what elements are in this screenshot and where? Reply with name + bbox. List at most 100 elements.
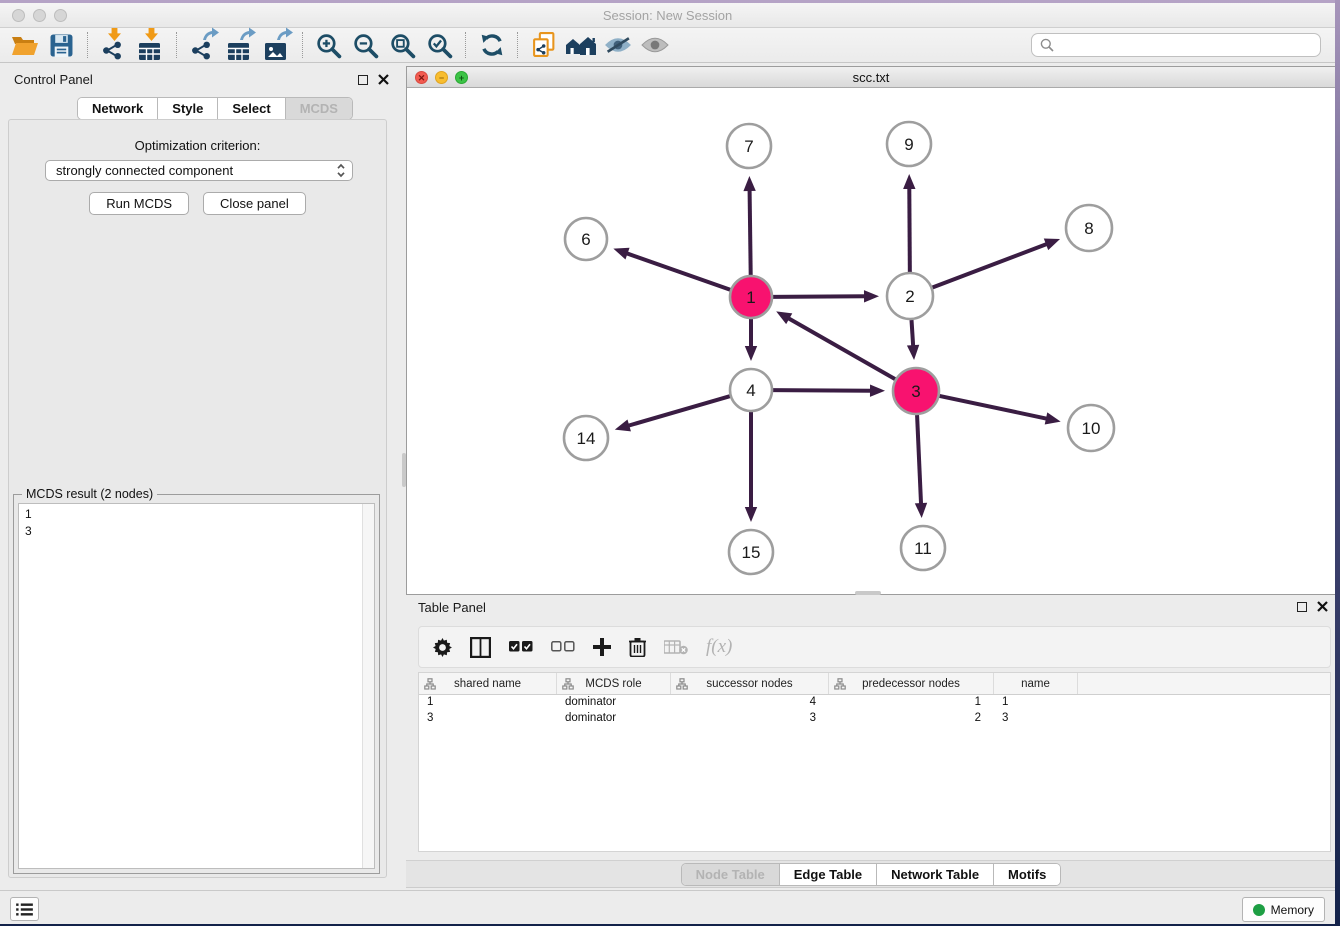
desktop-edge-top	[0, 0, 1340, 3]
control-panel-close-icon[interactable]	[378, 74, 389, 85]
tab-mcds[interactable]: MCDS	[286, 98, 352, 119]
zoom-in-button[interactable]	[310, 28, 347, 62]
column-header-shared-name[interactable]: shared name	[419, 673, 557, 694]
graph-edge-arrowhead	[915, 503, 927, 518]
table-panel-close-icon[interactable]	[1317, 601, 1328, 612]
optimization-criterion-select[interactable]: strongly connected component	[45, 160, 353, 181]
search-input[interactable]	[1031, 33, 1321, 57]
zoom-selected-icon	[426, 32, 453, 59]
show-all-button[interactable]	[636, 28, 673, 62]
tab-network[interactable]: Network	[78, 98, 158, 119]
export-table-button[interactable]	[221, 28, 258, 62]
memory-button[interactable]: Memory	[1242, 897, 1325, 922]
graph-edge[interactable]	[939, 396, 1047, 419]
export-network-button[interactable]	[184, 28, 221, 62]
mcds-result-text[interactable]: 1 3	[18, 503, 375, 869]
select-all-checkboxes-button[interactable]	[509, 641, 533, 653]
mcds-result-title: MCDS result (2 nodes)	[22, 487, 157, 501]
table-row[interactable]: 3dominator323	[419, 711, 1330, 727]
table-panel-title: Table Panel	[418, 600, 486, 615]
node-table: shared name MCDS role successor nodesprede…	[418, 672, 1331, 852]
zoom-out-button[interactable]	[347, 28, 384, 62]
graph-edge[interactable]	[773, 296, 866, 297]
table-cell[interactable]: 3	[994, 711, 1078, 727]
import-network-button[interactable]	[95, 28, 132, 62]
table-cell[interactable]: 1	[994, 695, 1078, 711]
canvas-scroll-nub[interactable]	[855, 591, 881, 595]
graph-edge-arrowhead	[1045, 412, 1061, 424]
result-scrollbar[interactable]	[362, 504, 374, 868]
result-line: 1	[25, 506, 374, 523]
task-history-button[interactable]	[10, 897, 39, 921]
graph-edge[interactable]	[932, 244, 1047, 288]
table-cell[interactable]: 1	[829, 695, 994, 711]
table-body: 1dominator4113dominator323	[419, 695, 1330, 727]
window-title: Session: New Session	[0, 8, 1335, 23]
duplicate-network-button[interactable]	[525, 28, 562, 62]
graph-edge[interactable]	[917, 415, 921, 505]
zoom-fit-button[interactable]	[384, 28, 421, 62]
deselect-all-checkboxes-button[interactable]	[551, 641, 575, 653]
function-builder-button[interactable]: f(x)	[706, 636, 732, 658]
eye-slash-icon	[604, 36, 632, 54]
column-label: MCDS role	[585, 678, 641, 690]
graph-edge[interactable]	[912, 320, 914, 347]
table-cell[interactable]: 1	[419, 695, 557, 711]
list-icon	[16, 903, 33, 916]
zoom-out-icon	[352, 32, 379, 59]
zoom-selected-button[interactable]	[421, 28, 458, 62]
column-label: name	[1021, 678, 1050, 690]
network-canvas[interactable]: 7968124314101511	[407, 88, 1335, 594]
canvas-scroll-nub-left[interactable]	[402, 453, 406, 487]
column-header-MCDS-role[interactable]: MCDS role	[557, 673, 671, 694]
table-panel-float-icon[interactable]	[1297, 602, 1307, 612]
tab-network-table[interactable]: Network Table	[877, 864, 994, 885]
run-mcds-button[interactable]: Run MCDS	[89, 192, 189, 215]
tab-edge-table[interactable]: Edge Table	[780, 864, 877, 885]
column-header-name[interactable]: name	[994, 673, 1078, 694]
graph-edge[interactable]	[627, 396, 730, 426]
tab-select[interactable]: Select	[218, 98, 285, 119]
graph-node-label: 6	[581, 230, 590, 249]
graph-edge[interactable]	[626, 253, 731, 290]
export-image-button[interactable]	[258, 28, 295, 62]
save-session-button[interactable]	[43, 28, 80, 62]
delete-column-button[interactable]	[629, 637, 646, 657]
table-cell[interactable]: dominator	[557, 695, 671, 711]
add-column-button[interactable]	[593, 638, 611, 656]
home-neighbors-button[interactable]	[562, 28, 599, 62]
delete-table-button[interactable]	[664, 640, 688, 655]
graph-edge[interactable]	[773, 390, 872, 391]
table-cell[interactable]: 4	[671, 695, 829, 711]
network-graph: 7968124314101511	[407, 88, 1335, 594]
column-header-predecessor-nodes[interactable]: predecessor nodes	[829, 673, 994, 694]
refresh-button[interactable]	[473, 28, 510, 62]
open-session-button[interactable]	[6, 28, 43, 62]
graph-edge[interactable]	[750, 189, 751, 275]
graph-node-label: 14	[577, 429, 596, 448]
table-row[interactable]: 1dominator411	[419, 695, 1330, 711]
close-panel-button[interactable]: Close panel	[203, 192, 306, 215]
control-panel-float-icon[interactable]	[358, 75, 368, 85]
save-floppy-icon	[50, 34, 73, 57]
import-table-button[interactable]	[132, 28, 169, 62]
tab-motifs[interactable]: Motifs	[994, 864, 1060, 885]
mcds-result-group: MCDS result (2 nodes) 1 3	[13, 494, 380, 874]
graph-node-label: 10	[1082, 419, 1101, 438]
split-panel-button[interactable]	[470, 637, 491, 658]
graph-node-label: 8	[1084, 219, 1093, 238]
table-cell[interactable]: 3	[671, 711, 829, 727]
graph-edge[interactable]	[909, 187, 910, 272]
tab-style[interactable]: Style	[158, 98, 218, 119]
table-cell[interactable]: 3	[419, 711, 557, 727]
network-window-titlebar[interactable]: ✕ − + scc.txt	[407, 67, 1335, 88]
hide-selected-button[interactable]	[599, 28, 636, 62]
table-settings-button[interactable]	[433, 638, 452, 657]
graph-edge-arrowhead	[615, 419, 631, 431]
table-cell[interactable]: 2	[829, 711, 994, 727]
control-panel-title: Control Panel	[14, 72, 93, 87]
graph-edge[interactable]	[787, 318, 895, 379]
table-cell[interactable]: dominator	[557, 711, 671, 727]
tab-node-table[interactable]: Node Table	[682, 864, 780, 885]
column-header-successor-nodes[interactable]: successor nodes	[671, 673, 829, 694]
